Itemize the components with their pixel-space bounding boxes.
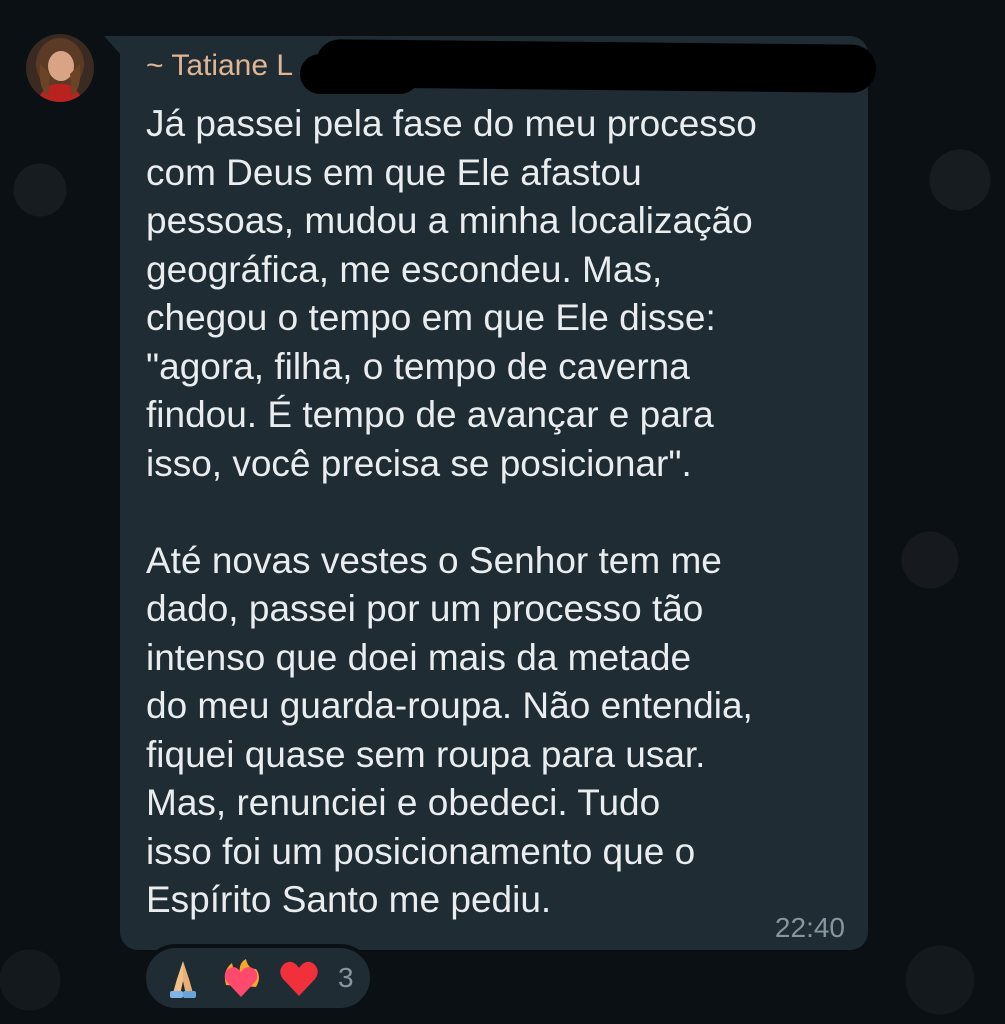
message-line: Mas, renunciei e obedeci. Tudo [146,782,661,823]
message-line: Já passei pela fase do meu processo [146,103,757,144]
message-line: isso, você precisa se posicionar". [146,442,692,484]
praying-hands-icon [160,955,206,1001]
message-line: "agora, filha, o tempo de caverna [146,345,690,387]
message-line: chegou o tempo em que Ele disse: [146,297,716,338]
avatar-photo [26,34,94,102]
message-line: dado, passei por um processo tão [146,588,704,629]
message-line: findou. É tempo de avançar e para [146,394,714,435]
reactions-pill[interactable]: 3 [142,944,374,1012]
redaction-mark [315,39,877,93]
message-text: Já passei pela fase do meu processo com … [146,100,858,925]
message-line: do meu guarda-roupa. Não entendia, [146,685,753,726]
message-line: geográfica, me escondeu. Mas, [146,248,663,290]
message-timestamp: 22:40 [774,912,845,943]
message-line: com Deus em que Ele afastou [146,151,642,193]
red-heart-icon [276,955,322,1001]
message-line: pessoas, mudou a minha localização [146,200,753,241]
message-line: Até novas vestes o Senhor tem me [146,539,722,581]
reaction-count: 3 [338,962,354,993]
heart-on-fire-icon [218,955,264,1001]
sender-name[interactable]: ~ Tatiane L [146,49,293,83]
message-line: intenso que doei mais da metade [146,636,692,678]
sender-avatar[interactable] [26,34,94,102]
message-line: isso foi um posicionamento que o [146,830,696,872]
message-line: Espírito Santo me pediu. [146,879,552,920]
message-line: fiquei quase sem roupa para usar. [146,733,706,775]
